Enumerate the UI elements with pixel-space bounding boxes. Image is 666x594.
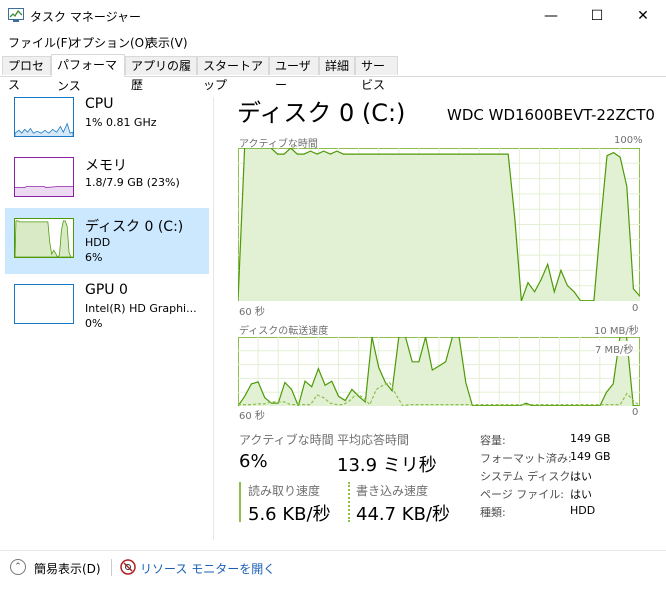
sidebar-memory-usage: 1.8/7.9 GB (23%) [85, 176, 180, 189]
info-type-label: 種類: [480, 506, 506, 519]
tab-performance[interactable]: パフォーマンス [51, 54, 125, 93]
chart1-max-label: 100% [614, 135, 643, 146]
info-system-disk-label: システム ディスク: [480, 470, 575, 483]
sidebar-cpu-usage: 1% 0.81 GHz [85, 116, 157, 129]
maximize-button[interactable]: ☐ [574, 0, 620, 31]
cpu-thumbnail-graph [14, 97, 74, 137]
chart2-inner-label: 7 MB/秒 [595, 341, 634, 356]
info-system-disk-value: はい [570, 470, 592, 483]
read-speed-label: 読み取り速度 [248, 484, 321, 498]
active-time-value: 6% [239, 451, 268, 472]
chevron-up-icon[interactable]: ⌃ [10, 559, 26, 575]
active-time-chart [238, 148, 640, 301]
chart2-time-label: 60 秒 [239, 411, 265, 422]
minimize-button[interactable]: — [528, 0, 574, 31]
sidebar-disk-title: ディスク 0 (C:) [85, 219, 184, 235]
transfer-rate-chart [238, 337, 640, 406]
sidebar-disk-type: HDD [85, 236, 111, 249]
write-speed-value: 44.7 KB/秒 [356, 504, 451, 525]
response-time-value: 13.9 ミリ秒 [337, 455, 437, 476]
tab-processes[interactable]: プロセス [2, 56, 51, 92]
read-speed-indicator [239, 482, 241, 522]
info-capacity-value: 149 GB [570, 432, 611, 445]
info-formatted-label: フォーマット済み: [480, 452, 572, 465]
open-resource-monitor-link[interactable]: リソース モニターを開く [140, 560, 275, 577]
menu-view[interactable]: 表示(V) [146, 34, 188, 51]
disk-thumbnail-graph [14, 218, 74, 258]
sidebar-gpu-title: GPU 0 [85, 282, 128, 298]
page-title: ディスク 0 (C:) [237, 99, 406, 127]
info-page-file-label: ページ ファイル: [480, 488, 564, 501]
sidebar-cpu-title: CPU [85, 96, 114, 112]
chart1-time-label: 60 秒 [239, 307, 265, 318]
chart1-min-label: 0 [632, 303, 639, 314]
chart2-max-label: 10 MB/秒 [594, 326, 639, 337]
task-manager-icon [8, 8, 24, 22]
chart2-min-label: 0 [632, 407, 639, 418]
tab-startup[interactable]: スタートアップ [197, 56, 269, 92]
menu-options[interactable]: オプション(O) [70, 34, 149, 51]
footer-separator [111, 559, 112, 576]
resource-monitor-icon[interactable] [120, 559, 136, 575]
fewer-details-button[interactable]: 簡易表示(D) [34, 560, 101, 577]
sidebar-gpu-name: Intel(R) HD Graphi... [85, 302, 197, 315]
window-title: タスク マネージャー [30, 10, 141, 24]
disk-model: WDC WD1600BEVT-22ZCT0 [447, 106, 655, 124]
response-time-label: 平均応答時間 [337, 433, 410, 447]
panel-divider [213, 97, 214, 540]
write-speed-label: 書き込み速度 [356, 484, 429, 498]
info-page-file-value: はい [570, 488, 592, 501]
read-speed-value: 5.6 KB/秒 [248, 504, 331, 525]
sidebar-disk-usage: 6% [85, 251, 103, 264]
memory-thumbnail-graph [14, 157, 74, 197]
sidebar-memory-title: メモリ [85, 158, 127, 174]
tab-users[interactable]: ユーザー [269, 56, 319, 92]
tab-services[interactable]: サービス [355, 56, 398, 92]
tab-details[interactable]: 詳細 [319, 56, 355, 75]
info-capacity-label: 容量: [480, 434, 506, 447]
chart2-label: ディスクの転送速度 [239, 326, 329, 337]
tab-app-history[interactable]: アプリの履歴 [125, 56, 197, 92]
sidebar-gpu-usage: 0% [85, 317, 103, 330]
write-speed-indicator [348, 482, 350, 522]
gpu-thumbnail-graph [14, 284, 74, 324]
info-type-value: HDD [570, 504, 596, 517]
info-formatted-value: 149 GB [570, 450, 611, 463]
menu-file[interactable]: ファイル(F) [8, 34, 72, 51]
active-time-label: アクティブな時間 [239, 433, 334, 447]
close-button[interactable]: ✕ [620, 0, 666, 31]
